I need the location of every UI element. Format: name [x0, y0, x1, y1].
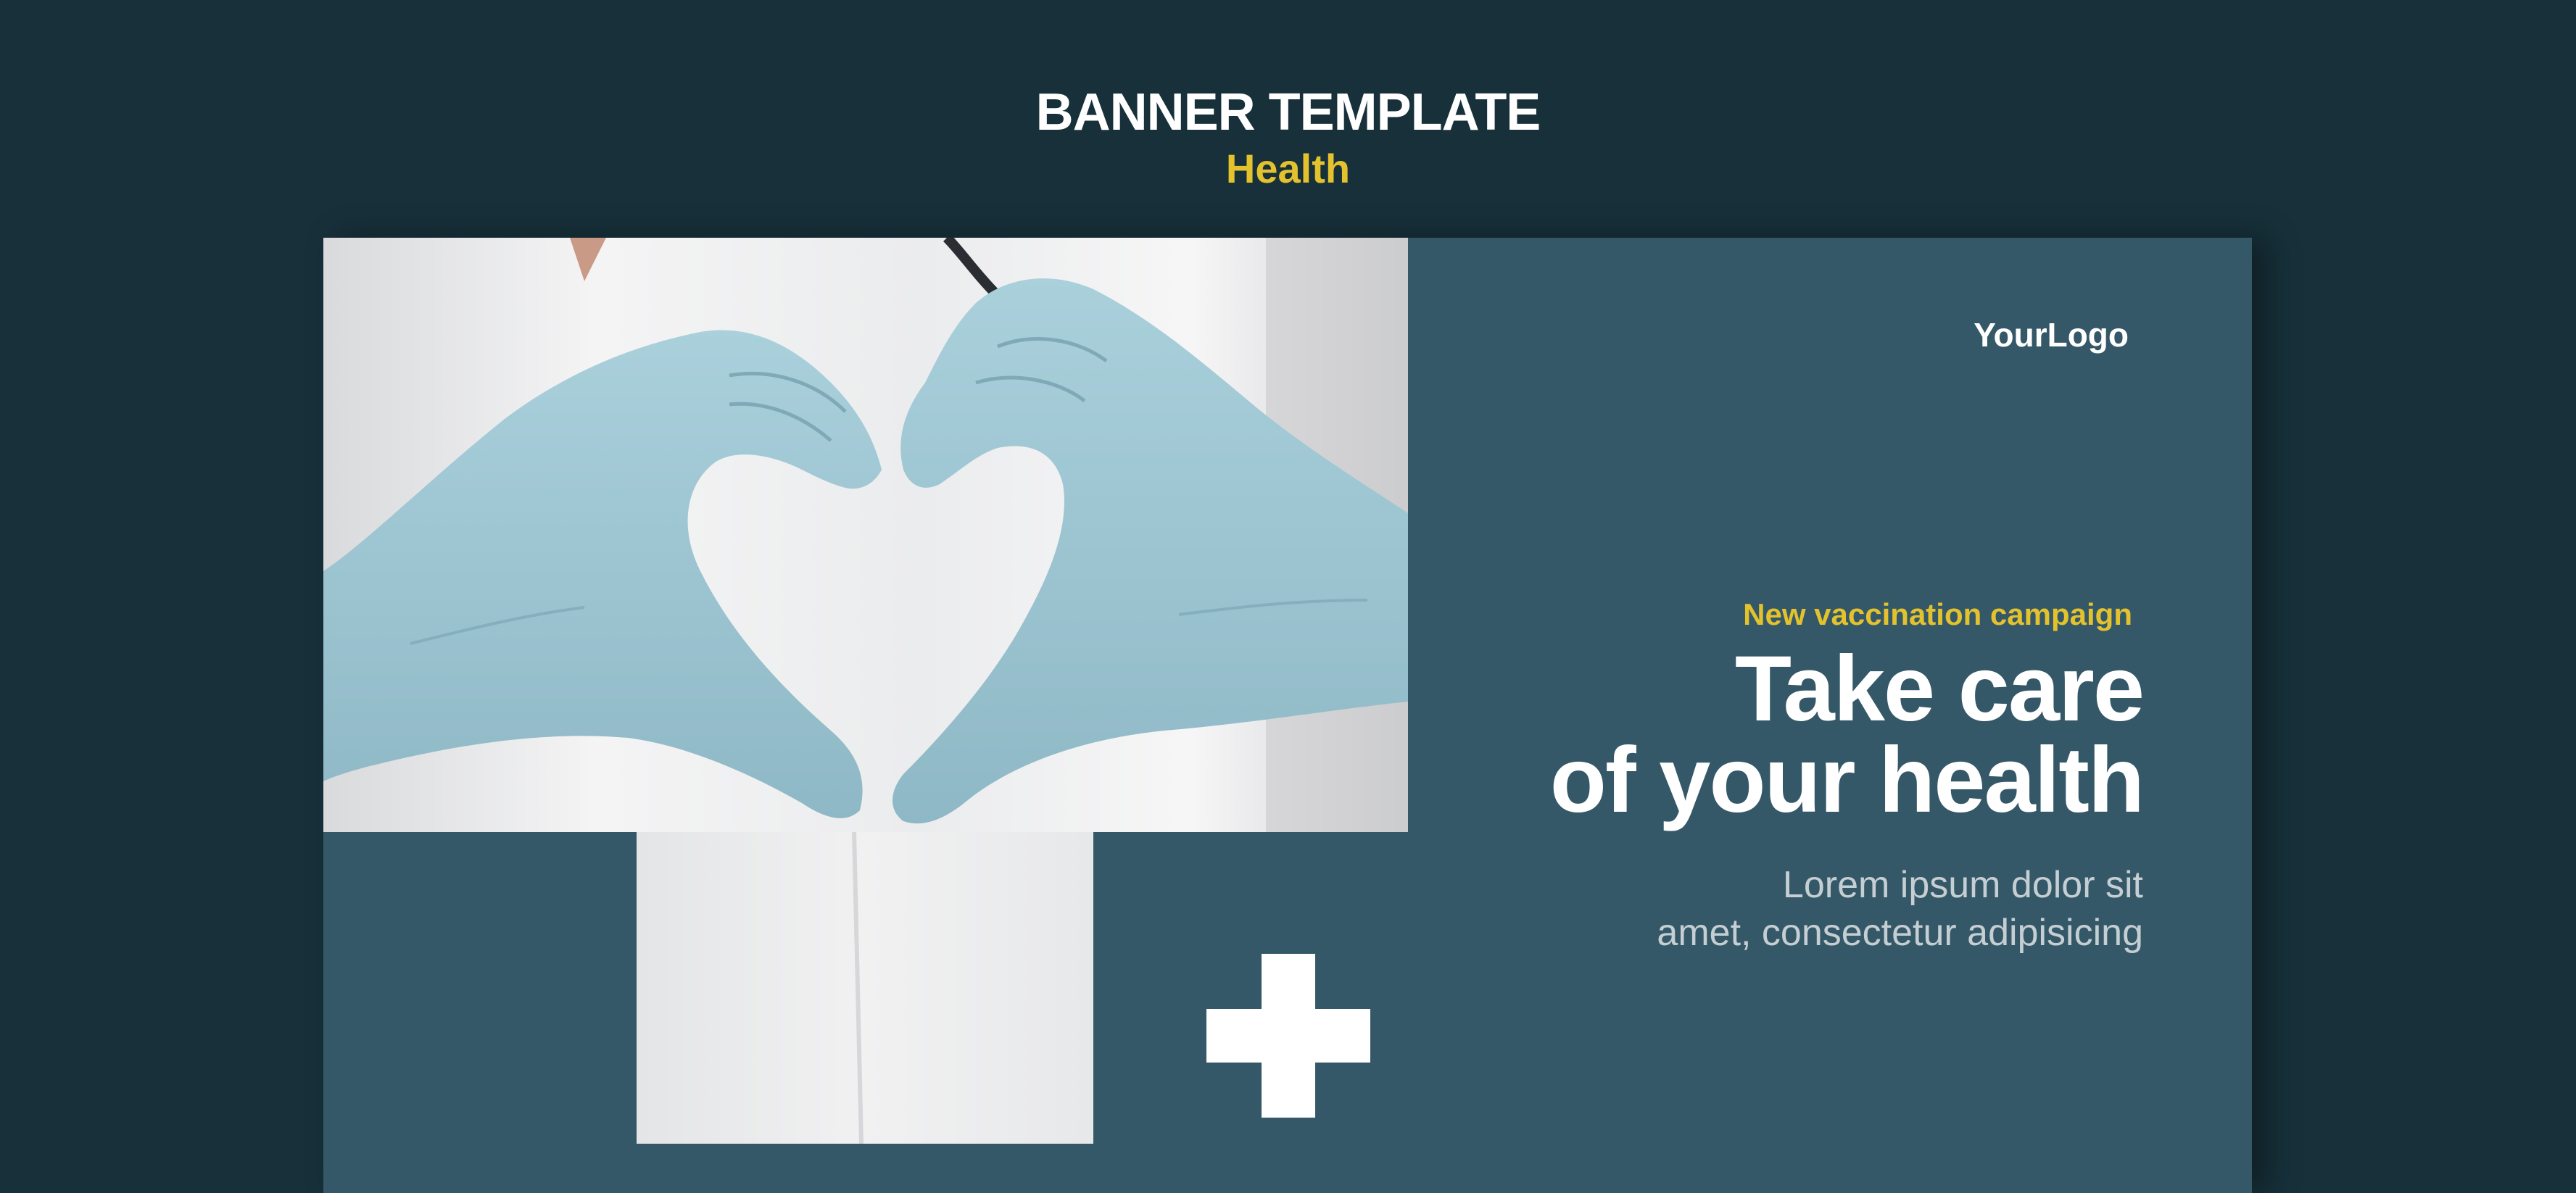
- headline-line: Take care: [1734, 637, 2145, 741]
- banner: YourLogo New vaccination campaign Take c…: [323, 238, 2252, 1193]
- body-text-line: Lorem ipsum dolor sit: [1782, 864, 2143, 906]
- plus-icon: [1206, 954, 1370, 1118]
- body-text-line: amet, consectetur adipisicing: [1657, 912, 2143, 954]
- coat-photo-segment: [637, 832, 1093, 1144]
- campaign-tagline: New vaccination campaign: [1743, 597, 2132, 631]
- template-title: BANNER TEMPLATE: [1035, 83, 1541, 141]
- body-text: Lorem ipsum dolor sit amet, consectetur …: [1346, 861, 2143, 957]
- gloved-hands-heart-photo: [323, 238, 1408, 832]
- logo: YourLogo: [1974, 316, 2129, 354]
- headline: Take care of your health: [1273, 637, 2145, 832]
- template-category: Health: [1225, 146, 1351, 191]
- headline-line: of your health: [1549, 728, 2145, 832]
